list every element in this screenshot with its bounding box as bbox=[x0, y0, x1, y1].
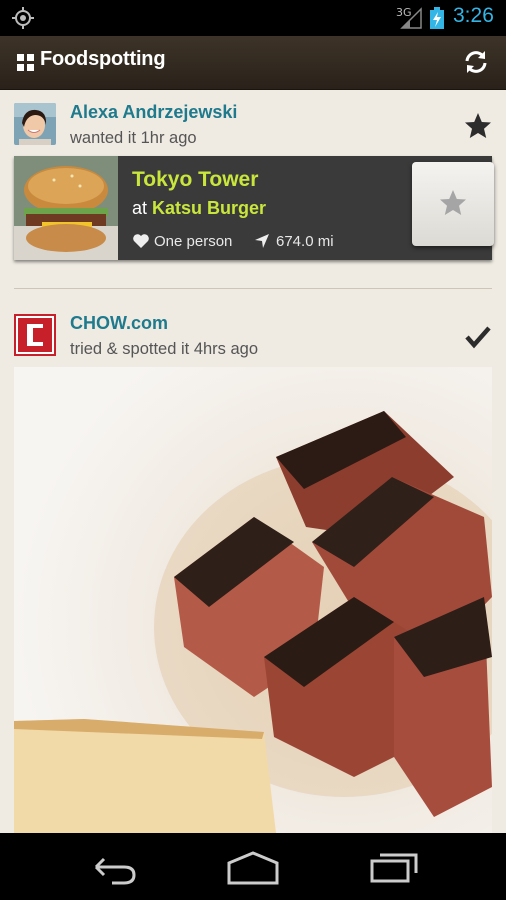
clock: 3:26 bbox=[453, 4, 494, 27]
navigation-bar bbox=[0, 833, 506, 900]
username[interactable]: CHOW.com bbox=[70, 313, 168, 334]
spot-card[interactable]: Tokyo Tower at Katsu Burger One person 6… bbox=[14, 156, 494, 260]
place-name[interactable]: Katsu Burger bbox=[152, 198, 266, 218]
signal-icon bbox=[400, 7, 422, 29]
chow-logo[interactable] bbox=[14, 314, 56, 356]
avatar[interactable] bbox=[14, 103, 56, 145]
star-button[interactable] bbox=[412, 162, 494, 246]
activity-text: tried & spotted it 4hrs ago bbox=[70, 340, 259, 358]
status-bar: 3G 3:26 bbox=[0, 0, 506, 36]
username[interactable]: Alexa Andrzejewski bbox=[70, 102, 237, 123]
dish-thumbnail[interactable] bbox=[14, 156, 118, 260]
home-icon[interactable] bbox=[223, 847, 283, 887]
activity-text: wanted it 1hr ago bbox=[70, 129, 197, 147]
app-grid-icon[interactable] bbox=[17, 54, 34, 71]
dish-name[interactable]: Tokyo Tower bbox=[132, 168, 258, 192]
star-icon bbox=[440, 190, 466, 215]
location-arrow-icon bbox=[255, 234, 269, 248]
divider bbox=[14, 288, 492, 289]
at-prefix: at bbox=[132, 198, 148, 218]
distance-text: 674.0 mi bbox=[276, 233, 334, 250]
refresh-icon[interactable] bbox=[462, 48, 490, 76]
app-title[interactable]: Foodspotting bbox=[40, 48, 166, 71]
battery-charging-icon bbox=[430, 7, 444, 29]
back-icon[interactable] bbox=[82, 847, 142, 887]
checkmark-icon[interactable] bbox=[463, 322, 493, 352]
food-photo[interactable] bbox=[14, 367, 492, 833]
likes[interactable]: One person bbox=[132, 233, 232, 250]
gps-icon bbox=[12, 7, 34, 29]
recent-apps-icon[interactable] bbox=[364, 847, 424, 887]
likes-text: One person bbox=[154, 233, 233, 250]
action-bar: Foodspotting bbox=[0, 36, 506, 90]
distance: 674.0 mi bbox=[254, 233, 334, 250]
star-icon[interactable] bbox=[463, 111, 493, 141]
place-line: at Katsu Burger bbox=[132, 198, 266, 219]
heart-icon bbox=[133, 234, 149, 248]
